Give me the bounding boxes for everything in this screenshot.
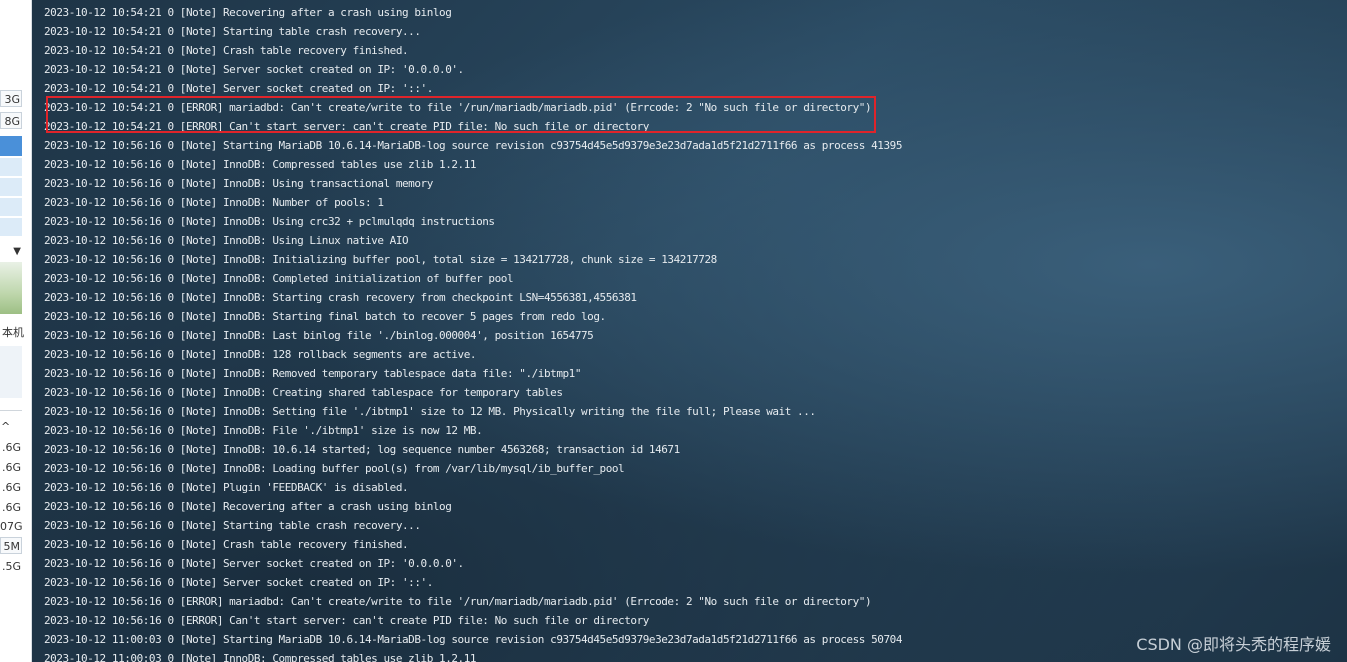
- list-row[interactable]: [0, 218, 22, 236]
- log-line: 2023-10-12 10:56:16 0 [Note] InnoDB: Ini…: [44, 253, 717, 266]
- selected-row[interactable]: [0, 136, 22, 156]
- terminal-output[interactable]: 2023-10-12 10:54:21 0 [Note] Recovering …: [32, 0, 1347, 662]
- log-line: 2023-10-12 10:56:16 0 [Note] InnoDB: Sta…: [44, 310, 606, 323]
- size-3g-label: 3G: [0, 90, 22, 107]
- log-line: 2023-10-12 10:56:16 0 [Note] Starting Ma…: [44, 139, 902, 152]
- log-line: 2023-10-12 10:56:16 0 [Note] Recovering …: [44, 500, 452, 513]
- log-line: 2023-10-12 10:56:16 0 [Note] InnoDB: Las…: [44, 329, 594, 342]
- log-line: 2023-10-12 10:54:21 0 [Note] Crash table…: [44, 44, 409, 57]
- log-line: 2023-10-12 10:54:21 0 [Note] Recovering …: [44, 6, 452, 19]
- log-line: 2023-10-12 10:56:16 0 [ERROR] Can't star…: [44, 614, 649, 627]
- log-line: 2023-10-12 10:56:16 0 [Note] InnoDB: Loa…: [44, 462, 625, 475]
- error-highlight-box: [46, 96, 876, 133]
- left-side-panel: 3G 8G ▼ 本机 ^ .6G .6G .6G .6G 07G 5M .5G: [0, 0, 32, 662]
- log-line: 2023-10-12 10:56:16 0 [Note] Plugin 'FEE…: [44, 481, 409, 494]
- size-label: .6G: [1, 461, 21, 474]
- list-row[interactable]: [0, 198, 22, 216]
- log-line: 2023-10-12 10:56:16 0 [Note] InnoDB: 128…: [44, 348, 477, 361]
- machine-label: 本机: [2, 326, 24, 339]
- divider: [0, 410, 22, 411]
- log-line: 2023-10-12 10:56:16 0 [Note] InnoDB: 10.…: [44, 443, 680, 456]
- log-line: 2023-10-12 11:00:03 0 [Note] Starting Ma…: [44, 633, 902, 646]
- list-row[interactable]: [0, 158, 22, 176]
- log-line: 2023-10-12 10:56:16 0 [Note] Server sock…: [44, 557, 464, 570]
- log-line: 2023-10-12 10:56:16 0 [Note] InnoDB: Usi…: [44, 234, 409, 247]
- log-line: 2023-10-12 10:56:16 0 [Note] Starting ta…: [44, 519, 421, 532]
- size-label-selected: 5M: [0, 537, 22, 554]
- size-label: 07G: [0, 520, 23, 533]
- log-line: 2023-10-12 11:00:03 0 [Note] InnoDB: Com…: [44, 652, 477, 662]
- log-line: 2023-10-12 10:56:16 0 [Note] InnoDB: Usi…: [44, 177, 433, 190]
- log-line: 2023-10-12 10:56:16 0 [Note] InnoDB: Cre…: [44, 386, 563, 399]
- chevron-up-icon[interactable]: ^: [0, 418, 22, 435]
- list-row[interactable]: [0, 178, 22, 196]
- log-line: 2023-10-12 10:56:16 0 [Note] InnoDB: Usi…: [44, 215, 495, 228]
- size-label: .5G: [1, 560, 21, 573]
- log-line: 2023-10-12 10:56:16 0 [Note] InnoDB: Fil…: [44, 424, 483, 437]
- log-line: 2023-10-12 10:56:16 0 [Note] InnoDB: Com…: [44, 272, 514, 285]
- log-line: 2023-10-12 10:56:16 0 [Note] InnoDB: Num…: [44, 196, 384, 209]
- log-line: 2023-10-12 10:56:16 0 [ERROR] mariadbd: …: [44, 595, 872, 608]
- size-label: .6G: [1, 481, 21, 494]
- watermark: CSDN @即将头秃的程序媛: [1136, 635, 1331, 654]
- usage-chart: [0, 262, 22, 314]
- size-label: .6G: [1, 441, 21, 454]
- log-line: 2023-10-12 10:56:16 0 [Note] InnoDB: Sta…: [44, 291, 637, 304]
- size-label: .6G: [1, 501, 21, 514]
- log-line: 2023-10-12 10:56:16 0 [Note] Server sock…: [44, 576, 433, 589]
- log-line: 2023-10-12 10:56:16 0 [Note] InnoDB: Rem…: [44, 367, 582, 380]
- size-8g-label: 8G: [0, 112, 22, 129]
- log-line: 2023-10-12 10:54:21 0 [Note] Starting ta…: [44, 25, 421, 38]
- log-line: 2023-10-12 10:56:16 0 [Note] InnoDB: Com…: [44, 158, 477, 171]
- log-line: 2023-10-12 10:56:16 0 [Note] InnoDB: Set…: [44, 405, 816, 418]
- log-line: 2023-10-12 10:56:16 0 [Note] Crash table…: [44, 538, 409, 551]
- chevron-down-icon[interactable]: ▼: [0, 243, 22, 260]
- log-line: 2023-10-12 10:54:21 0 [Note] Server sock…: [44, 63, 464, 76]
- list-panel: [0, 346, 22, 398]
